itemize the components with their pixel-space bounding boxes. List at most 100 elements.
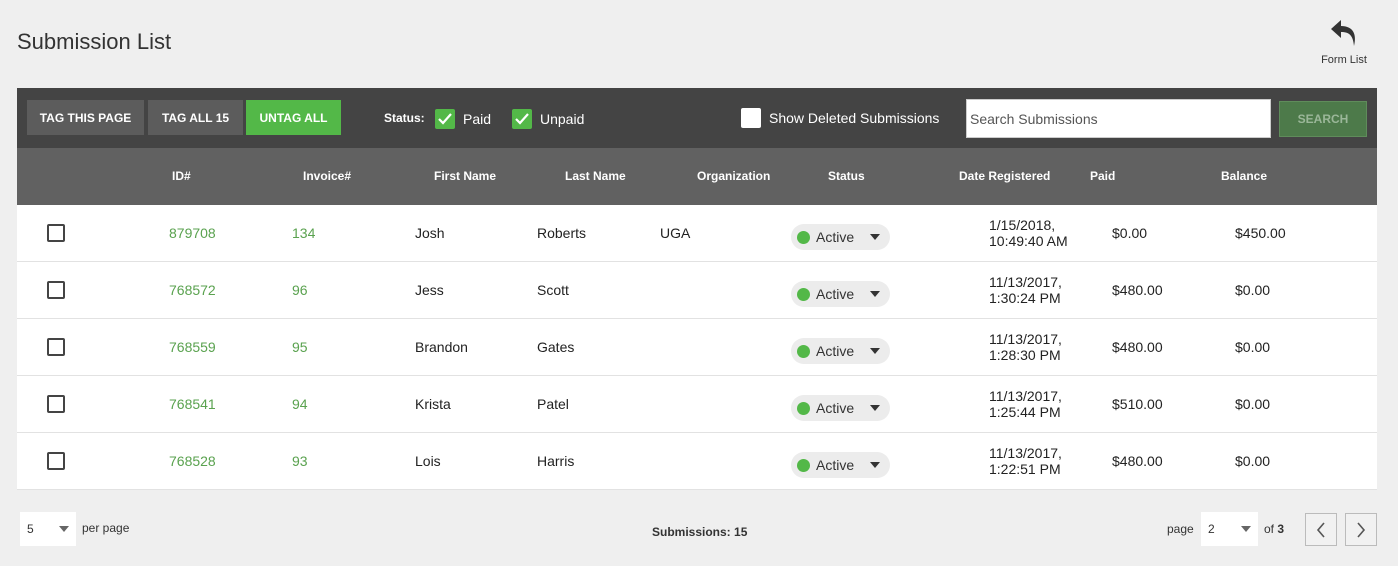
toolbar: TAG THIS PAGE TAG ALL 15 UNTAG ALL Statu… xyxy=(17,88,1377,148)
column-header-date-registered[interactable]: Date Registered xyxy=(959,169,1050,183)
status-dot-icon xyxy=(797,287,810,301)
status-dropdown[interactable]: Active xyxy=(791,338,890,364)
table-row: 768572 96 Jess Scott Active 11/13/2017, … xyxy=(17,262,1377,319)
first-name: Josh xyxy=(415,225,445,241)
caret-down-icon xyxy=(870,291,880,297)
status-value: Active xyxy=(816,457,855,473)
last-name: Harris xyxy=(537,453,575,469)
form-list-label: Form List xyxy=(1321,54,1367,66)
table-row: 768541 94 Krista Patel Active 11/13/2017… xyxy=(17,376,1377,433)
invoice-link[interactable]: 94 xyxy=(292,396,308,412)
row-checkbox[interactable] xyxy=(47,395,65,413)
submission-count: Submissions: 15 xyxy=(652,525,748,539)
date-registered: 11/13/2017, 1:22:51 PM xyxy=(989,445,1062,477)
organization: UGA xyxy=(660,225,691,241)
next-page-button[interactable] xyxy=(1345,513,1377,546)
submission-id-link[interactable]: 768559 xyxy=(169,339,216,355)
submission-id-link[interactable]: 879708 xyxy=(169,225,216,241)
invoice-link[interactable]: 95 xyxy=(292,339,308,355)
page-select[interactable]: 2 xyxy=(1201,512,1258,546)
status-value: Active xyxy=(816,343,855,359)
page: Submission List Form List TAG THIS PAGE … xyxy=(0,0,1398,566)
paid-amount: $510.00 xyxy=(1112,396,1163,412)
status-dropdown[interactable]: Active xyxy=(791,281,890,307)
unpaid-filter-checkbox[interactable]: Unpaid xyxy=(512,109,584,129)
row-checkbox[interactable] xyxy=(47,338,65,356)
status-dot-icon xyxy=(797,344,810,358)
paid-filter-checkbox[interactable]: Paid xyxy=(435,109,491,129)
tag-all-button[interactable]: TAG ALL 15 xyxy=(148,100,243,135)
date-registered: 11/13/2017, 1:28:30 PM xyxy=(989,331,1062,363)
column-header-first-name[interactable]: First Name xyxy=(434,169,496,183)
show-deleted-label: Show Deleted Submissions xyxy=(769,110,940,126)
per-page-select[interactable]: 5 xyxy=(20,512,76,546)
table-body: 879708 134 Josh Roberts UGA Active 1/15/… xyxy=(17,205,1377,490)
status-dot-icon xyxy=(797,401,810,415)
column-header-invoice[interactable]: Invoice# xyxy=(303,169,351,183)
status-dot-icon xyxy=(797,230,810,244)
checkbox-checked[interactable] xyxy=(512,109,532,129)
checkmark-icon xyxy=(515,113,529,125)
status-filter-label: Status: xyxy=(384,111,425,125)
page-label: page xyxy=(1167,522,1194,536)
of-label: of xyxy=(1264,522,1275,536)
previous-page-button[interactable] xyxy=(1305,513,1337,546)
date-registered: 11/13/2017, 1:30:24 PM xyxy=(989,274,1062,306)
submission-id-link[interactable]: 768541 xyxy=(169,396,216,412)
table-row: 768528 93 Lois Harris Active 11/13/2017,… xyxy=(17,433,1377,490)
invoice-link[interactable]: 96 xyxy=(292,282,308,298)
status-dropdown[interactable]: Active xyxy=(791,452,890,478)
invoice-link[interactable]: 134 xyxy=(292,225,315,241)
first-name: Lois xyxy=(415,453,441,469)
first-name: Jess xyxy=(415,282,444,298)
search-button[interactable]: SEARCH xyxy=(1279,101,1367,137)
status-dropdown[interactable]: Active xyxy=(791,224,890,250)
form-list-button[interactable]: Form List xyxy=(1312,16,1376,66)
table-row: 879708 134 Josh Roberts UGA Active 1/15/… xyxy=(17,205,1377,262)
first-name: Krista xyxy=(415,396,451,412)
invoice-link[interactable]: 93 xyxy=(292,453,308,469)
submission-id-link[interactable]: 768528 xyxy=(169,453,216,469)
column-header-balance[interactable]: Balance xyxy=(1221,169,1267,183)
row-checkbox[interactable] xyxy=(47,281,65,299)
per-page-label: per page xyxy=(82,521,130,535)
balance-amount: $0.00 xyxy=(1235,453,1271,469)
per-page-value: 5 xyxy=(27,522,34,536)
chevron-right-icon xyxy=(1357,521,1366,538)
column-header-paid[interactable]: Paid xyxy=(1090,169,1115,183)
show-deleted-checkbox[interactable]: Show Deleted Submissions xyxy=(741,108,939,128)
row-checkbox[interactable] xyxy=(47,452,65,470)
column-header-status[interactable]: Status xyxy=(828,169,865,183)
checkmark-icon xyxy=(438,113,452,125)
paid-amount: $0.00 xyxy=(1112,225,1148,241)
status-value: Active xyxy=(816,286,855,302)
status-dropdown[interactable]: Active xyxy=(791,395,890,421)
table-header: ID# Invoice# First Name Last Name Organi… xyxy=(17,148,1377,205)
submission-id-link[interactable]: 768572 xyxy=(169,282,216,298)
untag-all-button[interactable]: UNTAG ALL xyxy=(246,100,341,135)
last-name: Patel xyxy=(537,396,569,412)
checkbox-unchecked[interactable] xyxy=(741,108,761,128)
first-name: Brandon xyxy=(415,339,468,355)
date-registered: 11/13/2017, 1:25:44 PM xyxy=(989,388,1062,420)
row-checkbox[interactable] xyxy=(47,224,65,242)
column-header-organization[interactable]: Organization xyxy=(697,169,770,183)
caret-down-icon xyxy=(870,462,880,468)
paid-amount: $480.00 xyxy=(1112,339,1163,355)
date-registered: 1/15/2018, 10:49:40 AM xyxy=(989,217,1068,249)
status-value: Active xyxy=(816,400,855,416)
balance-amount: $0.00 xyxy=(1235,282,1271,298)
back-arrow-icon xyxy=(1331,20,1355,46)
caret-down-icon xyxy=(870,348,880,354)
column-header-id[interactable]: ID# xyxy=(172,169,191,183)
caret-down-icon xyxy=(1241,526,1251,532)
column-header-last-name[interactable]: Last Name xyxy=(565,169,626,183)
search-input[interactable] xyxy=(966,99,1271,138)
page-title: Submission List xyxy=(17,29,172,54)
tag-this-page-button[interactable]: TAG THIS PAGE xyxy=(27,100,144,135)
page-value: 2 xyxy=(1208,522,1215,536)
balance-amount: $450.00 xyxy=(1235,225,1286,241)
status-dot-icon xyxy=(797,458,810,472)
balance-amount: $0.00 xyxy=(1235,339,1271,355)
checkbox-checked[interactable] xyxy=(435,109,455,129)
